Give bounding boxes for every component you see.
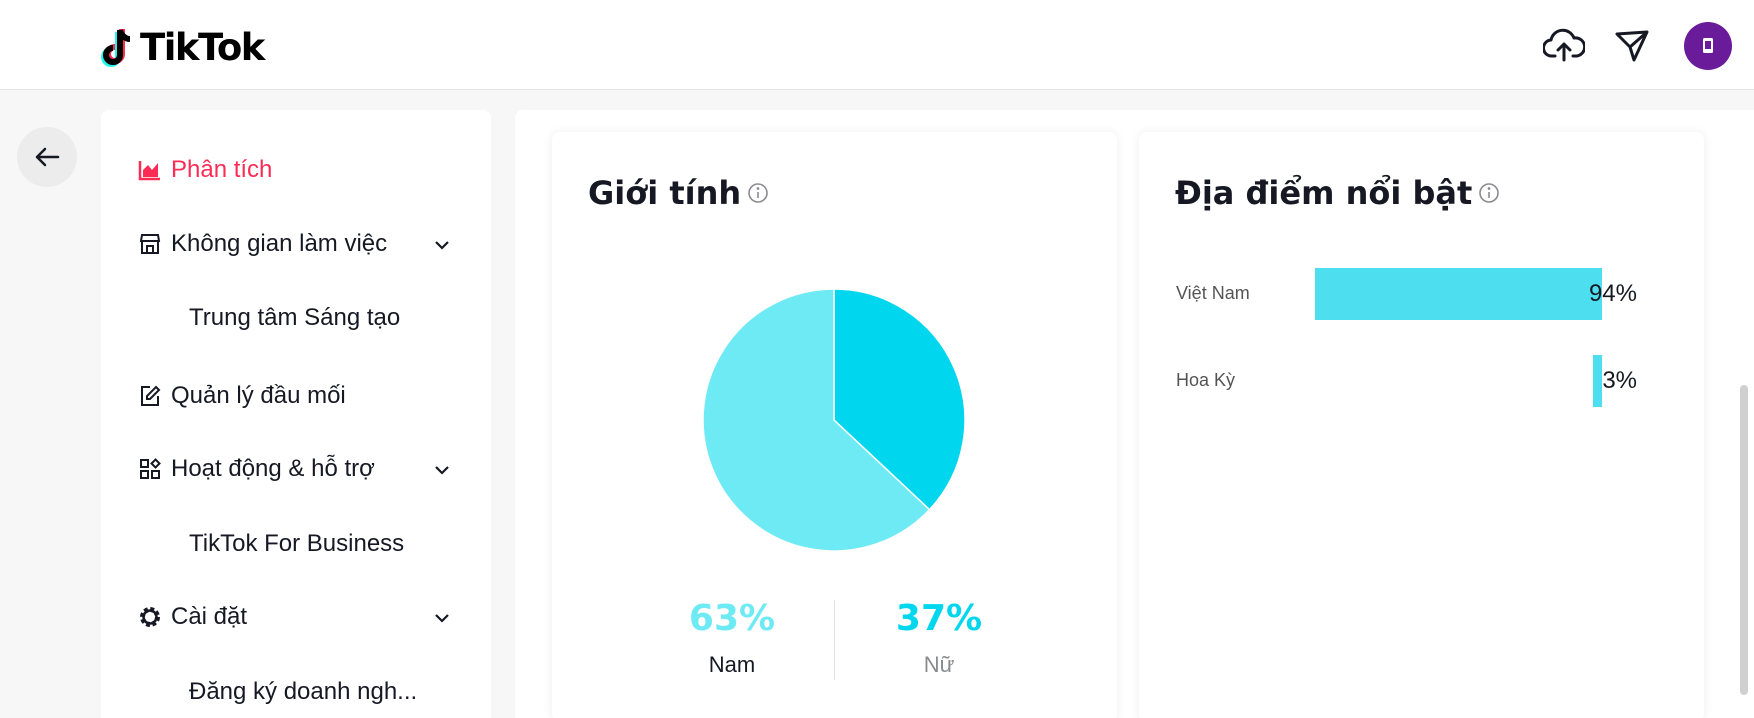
logo-text: TikTok [140, 26, 265, 69]
sidebar-item-lead-management[interactable]: Quản lý đầu mối [137, 382, 346, 410]
divider [834, 600, 835, 680]
male-percent: 63% [688, 598, 776, 639]
gender-card-title: Giới tính [588, 174, 769, 212]
gender-card: Giới tính 63% Nam 37% Nữ [552, 132, 1117, 718]
gender-title-text: Giới tính [588, 174, 742, 212]
location-card: Địa điểm nổi bật Việt Nam 94% Hoa Kỳ 3% [1139, 132, 1704, 718]
info-icon[interactable] [747, 182, 769, 204]
upload-cloud-icon[interactable] [1542, 24, 1586, 68]
top-bar: TikTok [0, 0, 1754, 90]
profile-avatar[interactable] [1684, 22, 1732, 70]
female-percent: 37% [895, 598, 983, 639]
page-scrollbar[interactable] [1740, 385, 1748, 695]
back-button[interactable] [17, 127, 77, 187]
sidebar-item-label: Không gian làm việc [171, 230, 388, 257]
info-icon[interactable] [1478, 182, 1500, 204]
location-value: 3% [1602, 367, 1637, 394]
main-content: Giới tính 63% Nam 37% Nữ Địa điểm nổi bậ… [515, 110, 1754, 718]
chart-icon [137, 157, 163, 183]
location-value: 94% [1588, 280, 1637, 307]
chevron-down-icon[interactable] [431, 234, 453, 256]
location-title-text: Địa điểm nổi bật [1175, 174, 1473, 212]
location-card-title: Địa điểm nổi bật [1175, 174, 1500, 212]
arrow-left-icon [35, 147, 60, 167]
female-label: Nữ [923, 652, 955, 677]
tiktok-note-icon [101, 28, 131, 67]
gear-icon [137, 604, 163, 630]
sidebar-subitem-business-registration[interactable]: Đăng ký doanh ngh... [189, 678, 417, 706]
edit-icon [137, 383, 163, 409]
sidebar-item-settings[interactable]: Cài đặt [137, 603, 247, 631]
sidebar-item-label: Cài đặt [171, 603, 248, 630]
apps-icon [137, 456, 163, 482]
chevron-down-icon[interactable] [431, 459, 453, 481]
sidebar-item-workspace[interactable]: Không gian làm việc [137, 230, 387, 258]
sidebar-subitem-tiktok-for-business[interactable]: TikTok For Business [189, 530, 404, 558]
location-label: Việt Nam [1176, 283, 1250, 303]
sidebar-item-activity-support[interactable]: Hoạt động & hỗ trợ [137, 455, 375, 483]
location-label: Hoa Kỳ [1176, 370, 1236, 390]
sidebar-item-label: Quản lý đầu mối [171, 382, 346, 409]
sidebar-item-label: Hoạt động & hỗ trợ [171, 455, 375, 482]
gender-pie-chart [702, 288, 966, 552]
chevron-down-icon[interactable] [431, 607, 453, 629]
avatar-image-icon [1703, 38, 1713, 53]
sidebar-item-analytics[interactable]: Phân tích [137, 156, 272, 184]
tiktok-logo[interactable]: TikTok [100, 26, 265, 69]
storefront-icon [137, 231, 163, 257]
sidebar-subitem-creative-center[interactable]: Trung tâm Sáng tạo [189, 304, 400, 332]
male-label: Nam [708, 652, 756, 677]
sidebar-item-label: Phân tích [171, 156, 273, 183]
inbox-send-icon[interactable] [1610, 24, 1654, 68]
sidebar-nav: Phân tích Không gian làm việc Trung tâm … [101, 110, 491, 718]
